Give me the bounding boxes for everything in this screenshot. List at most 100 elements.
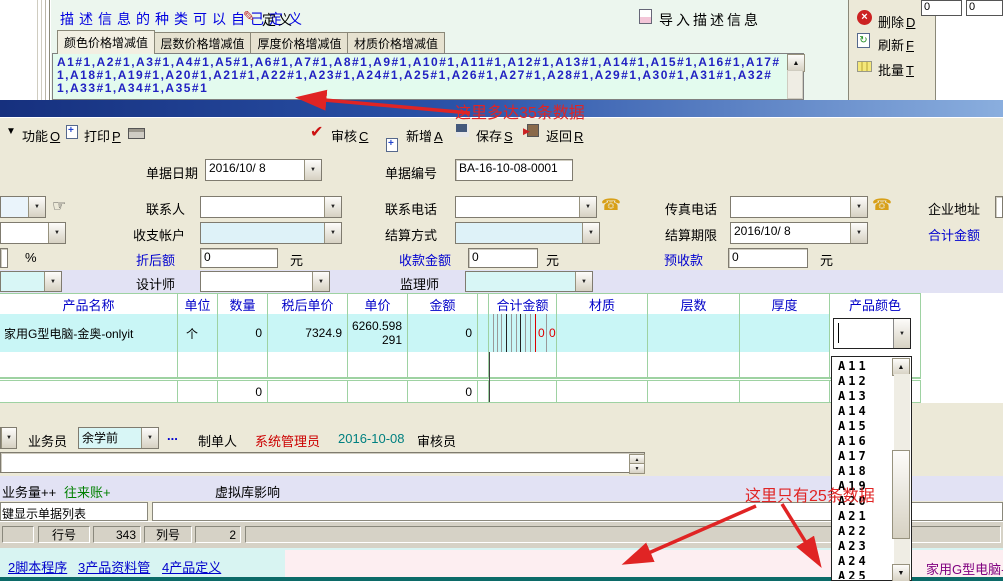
batch-button[interactable]: 批量T [878,60,914,79]
customer-dropdown[interactable]: ▼ [0,196,46,218]
received-input[interactable]: 0 [468,248,538,268]
cell-unit-price[interactable]: 6260.598291 [348,314,408,352]
corner-value-box[interactable]: 0 [921,0,962,16]
list-scroll-down-button[interactable]: ▼ [892,564,910,581]
list-scrollbar-thumb[interactable] [892,450,910,539]
biz-volume-label[interactable]: 业务量++ [2,482,56,501]
settle-term-dropdown[interactable]: 2016/10/ 8 ▼ [730,222,868,244]
save-button[interactable]: 保存S [476,126,513,145]
import-description-button[interactable]: 导入描述信息 [659,10,761,30]
color-option[interactable]: A25 [833,569,893,579]
prepaid-input[interactable]: 0 [728,248,808,268]
left-clipped-dropdown[interactable]: ▼ [0,427,17,449]
corner-value-box[interactable]: 0 [966,0,1003,16]
more-button[interactable]: ... [167,428,178,443]
chevron-down-icon[interactable]: ▼ [579,197,596,217]
color-option[interactable]: A11 [833,359,893,374]
tab-material-price[interactable]: 材质价格增减值 [347,32,445,54]
fax-label: 传真电话 [665,199,717,218]
define-button[interactable]: 定义 [262,10,294,30]
discount-input[interactable]: 0 [200,248,278,268]
doc-no-input[interactable]: BA-16-10-08-0001 [455,159,573,181]
discount-rate-input[interactable] [0,248,8,268]
refresh-button[interactable]: 刷新F [878,35,914,54]
color-option[interactable]: A12 [833,374,893,389]
account-dropdown[interactable]: ▼ [200,222,342,244]
chevron-down-icon[interactable]: ▼ [304,160,321,180]
cell-material[interactable] [557,314,648,352]
chevron-down-icon[interactable]: ▼ [582,223,599,243]
chevron-down-icon[interactable]: ▼ [312,272,329,291]
color-dropdown-list[interactable]: A11A12A13A14A15A16A17A18A19A20A21A22A23A… [831,356,912,581]
empty-row[interactable] [0,352,921,378]
printer-icon[interactable] [128,128,145,139]
product-color-combobox[interactable]: ▼ [833,318,911,349]
color-option[interactable]: A21 [833,509,893,524]
telephone-icon[interactable]: ☎ [601,195,621,215]
color-option[interactable]: A13 [833,389,893,404]
color-option[interactable]: A23 [833,539,893,554]
return-button[interactable]: 返回R [546,126,583,145]
creator-value: 系统管理员 [255,431,320,450]
color-option[interactable]: A16 [833,434,893,449]
telephone-icon[interactable]: ☎ [872,195,892,215]
chevron-down-icon[interactable]: ▼ [44,272,61,291]
phone-dropdown[interactable]: ▼ [455,196,597,218]
cell-unit[interactable]: 个 [178,314,218,352]
salesman-dropdown[interactable]: 余学前 ▼ [78,427,159,449]
cell-product-name[interactable]: 家用G型电脑-金奥-onlyit [0,314,178,352]
cell-amount[interactable]: 0 [408,314,478,352]
chevron-down-icon[interactable]: ▼ [893,319,910,348]
function-menu[interactable]: 功能O [22,126,60,145]
accounts-label[interactable]: 往来账+ [64,482,111,501]
chevron-down-icon[interactable]: ▼ [324,223,341,243]
color-option[interactable]: A14 [833,404,893,419]
left-designer-dropdown[interactable]: ▼ [0,271,62,292]
doc-date-label: 单据日期 [146,163,198,182]
chevron-down-icon[interactable]: ▼ [48,223,65,243]
product-color-edit[interactable] [834,319,893,348]
cell-layers[interactable] [648,314,740,352]
chevron-down-icon[interactable]: ▼ [28,197,45,217]
cell-qty[interactable]: 0 [218,314,268,352]
chevron-down-icon[interactable]: ▼ [1,428,16,448]
doc-date-dropdown[interactable]: 2016/10/ 8 ▼ [205,159,322,181]
bottom-tab-product-data[interactable]: 3产品资料管 [78,557,150,576]
settle-method-dropdown[interactable]: ▼ [455,222,600,244]
print-button[interactable]: 打印P [84,126,121,145]
chevron-down-icon[interactable]: ▼ [850,197,867,217]
cell-price-after-tax[interactable]: 7324.9 [268,314,348,352]
add-button[interactable]: 新增A [406,126,443,145]
yuan-label: 元 [546,250,559,269]
bottom-tab-product-define[interactable]: 4产品定义 [162,557,221,576]
supervisor-dropdown[interactable]: ▼ [465,271,593,292]
bottom-tab-script[interactable]: 2脚本程序 [8,557,67,576]
chevron-down-icon[interactable]: ▼ [324,197,341,217]
remark-input[interactable] [0,452,645,473]
fax-dropdown[interactable]: ▼ [730,196,868,218]
tab-layer-price[interactable]: 层数价格增减值 [153,32,252,54]
account-type-dropdown[interactable]: ▼ [0,222,66,244]
hand-pointer-icon[interactable]: ☞ [52,196,66,216]
delete-button[interactable]: 删除D [878,12,915,31]
color-option[interactable]: A15 [833,419,893,434]
audit-button[interactable]: 审核C [331,126,368,145]
color-option[interactable]: A24 [833,554,893,569]
textarea-scrollbar-track[interactable] [787,70,803,99]
designer-value [201,272,312,291]
cell-total-amount[interactable]: 0 0 [489,314,557,352]
color-option[interactable]: A18 [833,464,893,479]
address-input[interactable] [995,196,1003,218]
chevron-down-icon[interactable]: ▼ [850,223,867,243]
contact-dropdown[interactable]: ▼ [200,196,342,218]
remark-spin-down[interactable]: ▼ [629,463,645,474]
description-data-textarea[interactable]: A1#1,A2#1,A3#1,A4#1,A5#1,A6#1,A7#1,A8#1,… [52,53,804,100]
cell-thickness[interactable] [740,314,830,352]
color-option[interactable]: A17 [833,449,893,464]
chevron-down-icon[interactable]: ▼ [575,272,592,291]
designer-dropdown[interactable]: ▼ [200,271,330,292]
color-option[interactable]: A22 [833,524,893,539]
tab-color-price[interactable]: 颜色价格增减值 [57,30,155,54]
tab-thickness-price[interactable]: 厚度价格增减值 [250,32,349,54]
chevron-down-icon[interactable]: ▼ [141,428,158,448]
